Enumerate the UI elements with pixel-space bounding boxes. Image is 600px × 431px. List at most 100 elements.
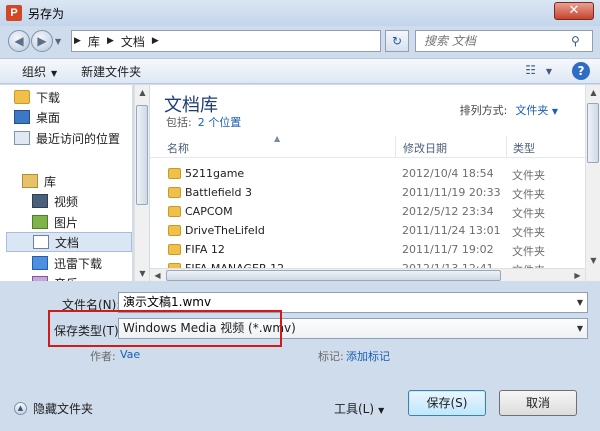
file-date: 2012/5/12 23:34 — [402, 205, 494, 218]
nav-scroll-thumb[interactable] — [136, 105, 148, 205]
file-row[interactable]: FIFA 12 2011/11/7 19:02 文件夹 — [150, 241, 585, 260]
nav-item-music[interactable]: 音乐 — [32, 273, 78, 281]
arrange-by-dropdown[interactable]: 文件夹 ▼ — [515, 104, 558, 117]
nav-item-pictures[interactable]: 图片 — [32, 212, 78, 232]
chevron-down-icon: ▼ — [545, 67, 552, 76]
change-view-button[interactable]: ☷ ▼ — [525, 63, 552, 77]
scroll-left-icon[interactable]: ◀ — [150, 268, 165, 283]
file-name: DriveTheLifeId — [185, 224, 265, 237]
file-type: 文件夹 — [512, 207, 545, 220]
nav-item-desktop[interactable]: 桌面 — [14, 107, 60, 127]
nav-item-documents[interactable]: 文档 — [6, 232, 132, 252]
breadcrumb-root-chevron-icon[interactable]: ▶ — [72, 36, 83, 46]
nav-item-label: 最近访问的位置 — [36, 131, 121, 146]
folder-icon — [168, 168, 181, 179]
file-list-horizontal-scrollbar[interactable]: ◀ ▶ — [150, 268, 585, 281]
arrow-left-icon: ◀ — [14, 34, 24, 48]
tools-label: 工具(L) — [334, 402, 375, 416]
filename-input[interactable] — [123, 294, 587, 309]
chevron-down-icon: ▼ — [551, 107, 558, 116]
scroll-up-icon[interactable]: ▲ — [586, 85, 600, 100]
column-divider[interactable] — [506, 136, 507, 158]
file-row[interactable]: CAPCOM 2012/5/12 23:34 文件夹 — [150, 203, 585, 222]
file-row[interactable]: Battlefield 3 2011/11/19 20:33 文件夹 — [150, 184, 585, 203]
hide-folders-toggle[interactable]: ▲ 隐藏文件夹 — [14, 400, 93, 417]
chevron-down-icon[interactable]: ▼ — [577, 319, 583, 338]
organize-label: 组织 — [22, 64, 47, 79]
search-input[interactable] — [424, 34, 569, 48]
recent-pages-dropdown[interactable]: ▼ — [55, 37, 65, 46]
close-button[interactable]: ✕ — [554, 2, 594, 20]
music-library-icon — [32, 276, 48, 281]
folder-icon — [168, 225, 181, 236]
nav-item-label: 下载 — [36, 90, 61, 105]
nav-item-label: 迅雷下载 — [54, 256, 103, 271]
arrange-by-value: 文件夹 — [515, 104, 549, 117]
nav-item-label: 文档 — [55, 235, 80, 250]
file-name: FIFA 12 — [185, 243, 225, 256]
column-header-modified[interactable]: 修改日期 — [403, 140, 447, 156]
breadcrumb[interactable]: ▶ 库 ▶ 文档 ▶ — [71, 30, 381, 52]
view-list-icon: ☷ — [525, 63, 537, 77]
address-bar: ◀ ▶ ▼ ▶ 库 ▶ 文档 ▶ ↻ ⚲ — [0, 26, 600, 56]
author-label: 作者: — [90, 350, 116, 363]
add-tags-link[interactable]: 添加标记 — [346, 348, 390, 364]
column-header-name[interactable]: 名称 — [167, 140, 189, 156]
column-header-row: ▲ 名称 修改日期 类型 — [150, 134, 585, 158]
breadcrumb-item-library[interactable]: 库 — [83, 33, 105, 50]
hide-folders-label: 隐藏文件夹 — [33, 402, 94, 416]
nav-item-videos[interactable]: 视频 — [32, 191, 78, 211]
file-row[interactable]: 5211game 2012/10/4 18:54 文件夹 — [150, 165, 585, 184]
author-value[interactable]: Vae — [120, 348, 140, 361]
nav-item-label: 桌面 — [36, 110, 61, 125]
organize-menu-button[interactable]: 组织 ▼ — [14, 63, 65, 80]
scroll-up-icon[interactable]: ▲ — [135, 85, 150, 100]
nav-item-label: 库 — [44, 174, 57, 189]
chevron-down-icon[interactable]: ▼ — [577, 293, 583, 312]
save-button[interactable]: 保存(S) — [408, 390, 486, 416]
help-button[interactable]: ? — [572, 62, 590, 80]
search-box[interactable]: ⚲ — [415, 30, 593, 52]
nav-item-thunder-downloads[interactable]: 迅雷下载 — [32, 253, 102, 273]
column-divider[interactable] — [395, 136, 396, 158]
column-header-type[interactable]: 类型 — [513, 140, 535, 156]
file-date: 2011/11/24 13:01 — [402, 224, 501, 237]
folder-icon — [168, 244, 181, 255]
new-folder-button[interactable]: 新建文件夹 — [73, 63, 149, 80]
search-icon[interactable]: ⚲ — [571, 34, 580, 48]
breadcrumb-item-documents[interactable]: 文档 — [116, 33, 150, 50]
file-name: Battlefield 3 — [185, 186, 252, 199]
refresh-icon: ↻ — [391, 34, 403, 48]
nav-item-libraries[interactable]: 库 — [22, 171, 56, 191]
cancel-button[interactable]: 取消 — [499, 390, 577, 416]
nav-item-recent-places[interactable]: 最近访问的位置 — [14, 128, 120, 148]
refresh-button[interactable]: ↻ — [385, 30, 409, 52]
file-type: 文件夹 — [512, 188, 545, 201]
scroll-right-icon[interactable]: ▶ — [570, 268, 585, 283]
nav-pane-scrollbar[interactable]: ▲ ▼ — [134, 85, 149, 281]
file-type: 文件夹 — [512, 245, 545, 258]
file-row[interactable]: DriveTheLifeId 2011/11/24 13:01 文件夹 — [150, 222, 585, 241]
horizontal-scroll-thumb[interactable] — [166, 270, 501, 281]
breadcrumb-chevron-icon[interactable]: ▶ — [105, 36, 116, 46]
video-library-icon — [32, 194, 48, 208]
file-date: 2011/11/7 19:02 — [402, 243, 494, 256]
file-type: 文件夹 — [512, 169, 545, 182]
breadcrumb-chevron-icon[interactable]: ▶ — [150, 36, 161, 46]
command-toolbar: 组织 ▼ 新建文件夹 ☷ ▼ ? — [0, 58, 600, 84]
tools-menu-button[interactable]: 工具(L) ▼ — [334, 400, 384, 417]
includes-locations-link[interactable]: 2 个位置 — [198, 116, 242, 129]
nav-item-downloads[interactable]: 下载 — [14, 87, 60, 107]
file-list-pane: 文档库 包括: 2 个位置 排列方式: 文件夹 ▼ ▲ 名称 修改日期 类型 521… — [150, 85, 600, 281]
back-button[interactable]: ◀ — [8, 30, 30, 52]
arrange-by-label: 排列方式: — [459, 104, 508, 117]
arrange-by: 排列方式: 文件夹 ▼ — [460, 102, 558, 118]
forward-button[interactable]: ▶ — [31, 30, 53, 52]
scroll-down-icon[interactable]: ▼ — [586, 253, 600, 268]
tags-label: 标记: — [318, 350, 344, 363]
file-list-scrollbar[interactable]: ▲ ▼ — [585, 85, 600, 281]
file-name: 5211game — [185, 167, 245, 180]
file-list-scroll-thumb[interactable] — [587, 103, 599, 163]
scroll-down-icon[interactable]: ▼ — [135, 266, 150, 281]
download-folder-icon — [14, 90, 30, 104]
